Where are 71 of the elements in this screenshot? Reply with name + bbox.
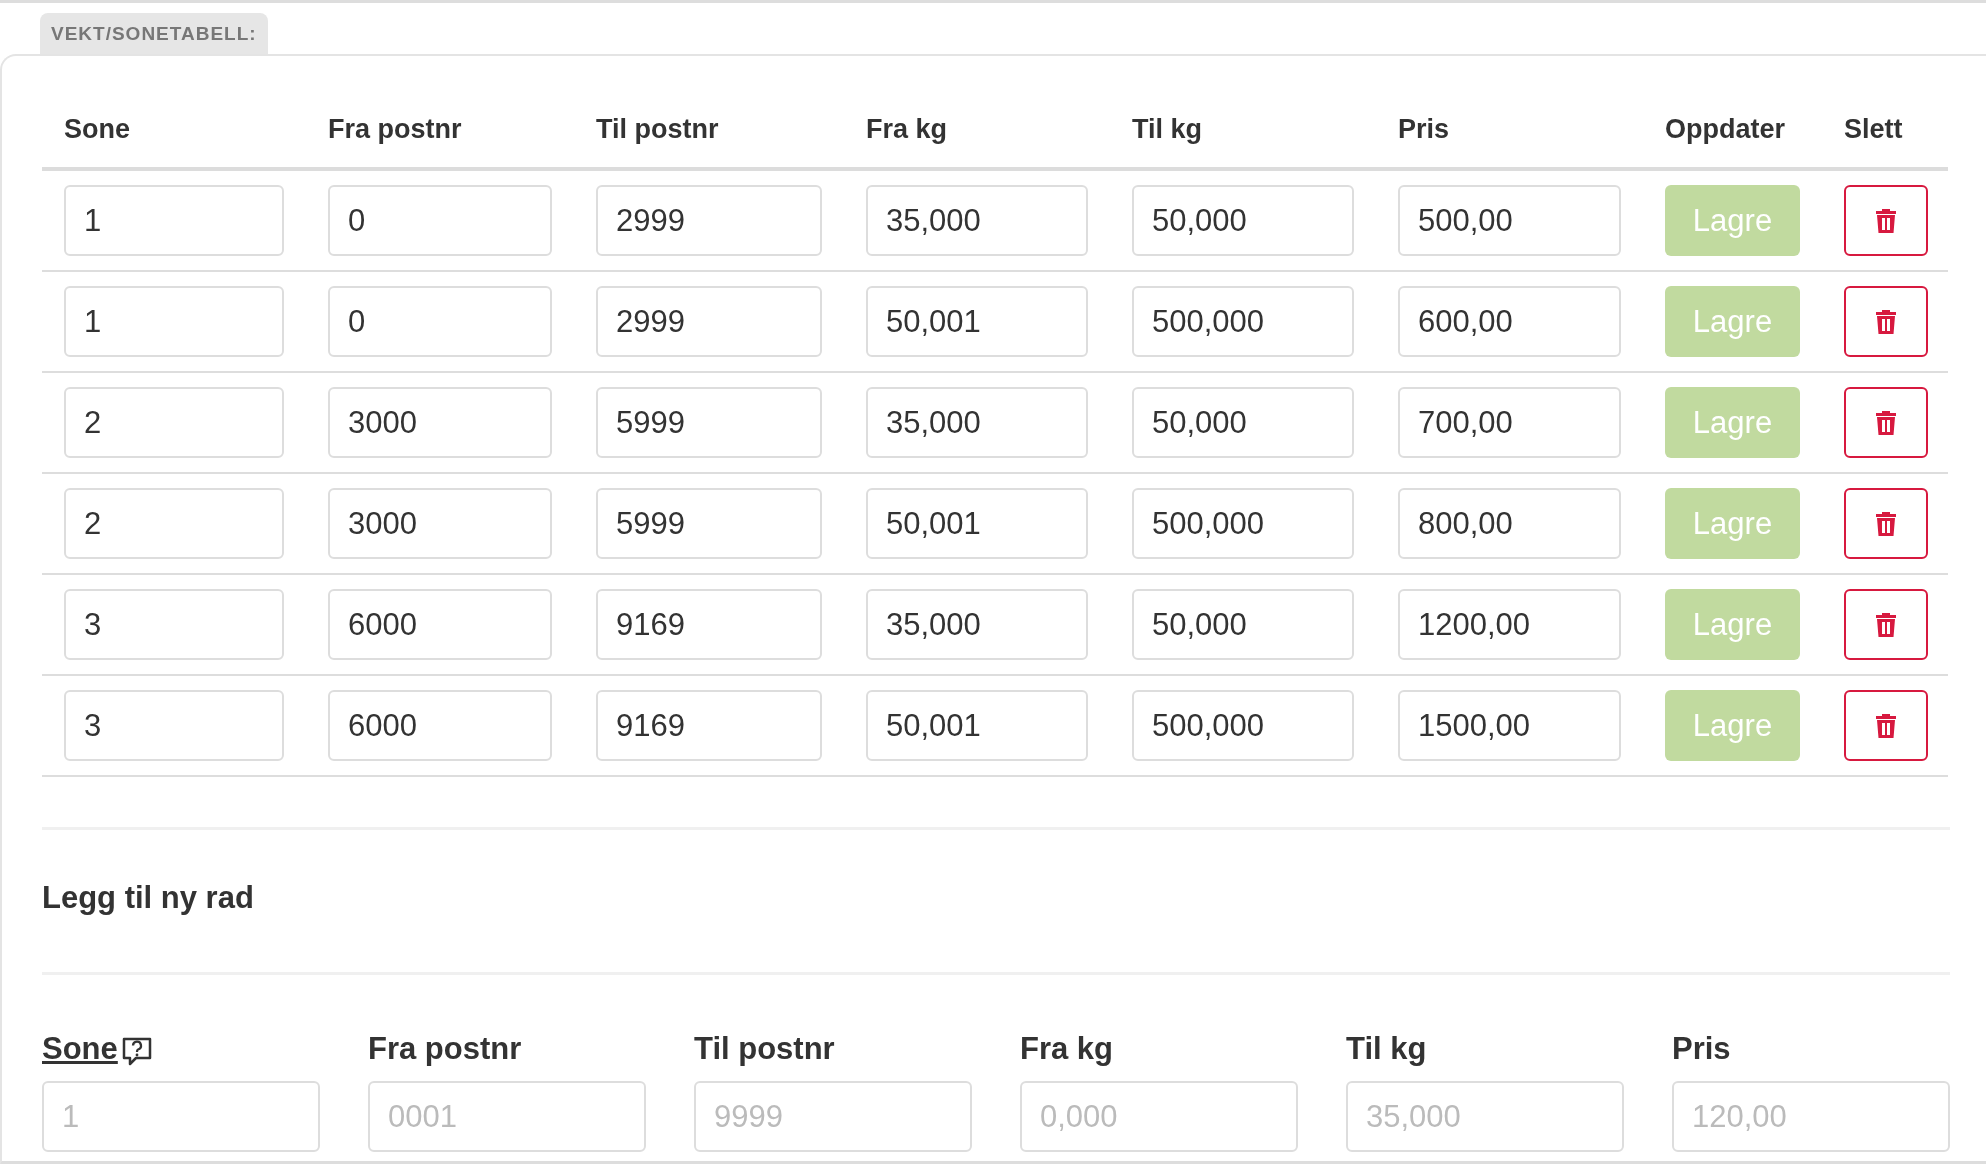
input-field[interactable]: 2999 [596,286,822,357]
delete-button[interactable] [1844,690,1928,761]
input-field[interactable]: 0,000 [1020,1081,1298,1152]
field-label: Fra kg [1020,1031,1114,1067]
input-field[interactable]: 600,00 [1398,286,1621,357]
input-field[interactable]: 5999 [596,488,822,559]
column-header: Slett [1822,96,1948,169]
input-field[interactable]: 35,000 [866,387,1088,458]
input-field[interactable]: 1 [64,286,284,357]
input-field[interactable]: 0 [328,185,552,256]
trash-icon [1876,612,1896,637]
delete-button[interactable] [1844,488,1928,559]
input-field[interactable]: 0001 [368,1081,646,1152]
section-tag: VEKT/SONETABELL: [40,13,268,54]
input-field[interactable]: 1200,00 [1398,589,1621,660]
input-field[interactable]: 1500,00 [1398,690,1621,761]
delete-button[interactable] [1844,589,1928,660]
input-field[interactable]: 700,00 [1398,387,1621,458]
input-field[interactable]: 35,000 [866,185,1088,256]
field-label: Til kg [1346,1031,1427,1067]
field-label: Til postnr [694,1031,835,1067]
section-title: Legg til ny rad [42,879,255,917]
column-header: Pris [1376,96,1643,169]
column-header: Sone [42,96,306,169]
trash-icon [1876,511,1896,536]
input-field[interactable]: 5999 [596,387,822,458]
input-field[interactable]: 50,000 [1132,387,1354,458]
column-header: Til postnr [574,96,844,169]
trash-icon [1876,410,1896,435]
field-label: Pris [1672,1031,1731,1067]
trash-icon [1876,713,1896,738]
help-icon[interactable] [121,1037,152,1067]
input-field[interactable]: 3000 [328,488,552,559]
input-field[interactable]: 500,000 [1132,690,1354,761]
input-field[interactable]: 6000 [328,690,552,761]
input-field[interactable]: 500,00 [1398,185,1621,256]
column-header: Fra postnr [306,96,574,169]
input-field[interactable]: 6000 [328,589,552,660]
input-field[interactable]: 500,000 [1132,286,1354,357]
input-field[interactable]: 2 [64,387,284,458]
trash-icon [1876,309,1896,334]
input-field[interactable]: 50,001 [866,286,1088,357]
column-header: Fra kg [844,96,1110,169]
input-field[interactable]: 35,000 [1346,1081,1624,1152]
field-label: Sone [42,1031,118,1067]
input-field[interactable]: 2 [64,488,284,559]
delete-button[interactable] [1844,286,1928,357]
input-field[interactable]: 50,000 [1132,589,1354,660]
delete-button[interactable] [1844,387,1928,458]
input-field[interactable]: 50,001 [866,488,1088,559]
input-field[interactable]: 3000 [328,387,552,458]
trash-icon [1876,208,1896,233]
input-field[interactable]: 3 [64,589,284,660]
delete-button[interactable] [1844,185,1928,256]
input-field[interactable]: 2999 [596,185,822,256]
input-field[interactable]: 1 [64,185,284,256]
input-field[interactable]: 800,00 [1398,488,1621,559]
input-field[interactable]: 35,000 [866,589,1088,660]
input-field[interactable]: 120,00 [1672,1081,1950,1152]
input-field[interactable]: 9999 [694,1081,972,1152]
input-field[interactable]: 50,000 [1132,185,1354,256]
input-field[interactable]: 3 [64,690,284,761]
column-header: Oppdater [1643,96,1822,169]
input-field[interactable]: 500,000 [1132,488,1354,559]
field-label: Fra postnr [368,1031,522,1067]
input-field[interactable]: 50,001 [866,690,1088,761]
column-header: Til kg [1110,96,1376,169]
input-field[interactable]: 1 [42,1081,320,1152]
input-field[interactable]: 0 [328,286,552,357]
input-field[interactable]: 9169 [596,690,822,761]
input-field[interactable]: 9169 [596,589,822,660]
